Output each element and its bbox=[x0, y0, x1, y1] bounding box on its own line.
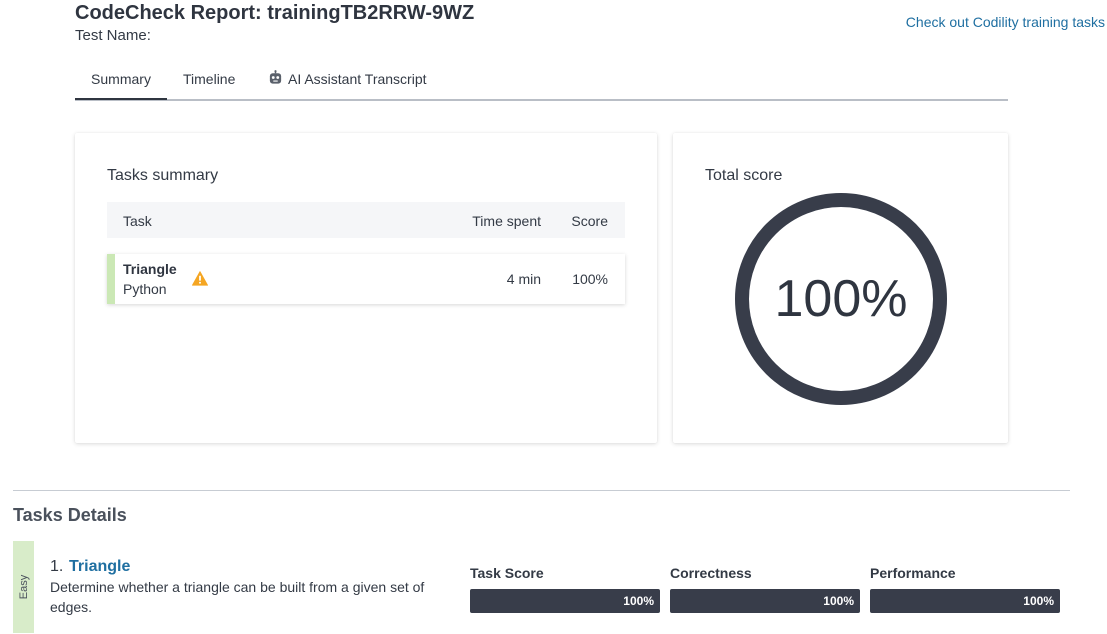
tab-ai-label: AI Assistant Transcript bbox=[288, 71, 427, 87]
tasks-details-heading: Tasks Details bbox=[13, 505, 127, 525]
task-detail-description: Determine whether a triangle can be buil… bbox=[50, 579, 425, 615]
progress-bar-value: 100% bbox=[1023, 594, 1054, 608]
tab-summary-label: Summary bbox=[91, 71, 151, 87]
tab-timeline[interactable]: Timeline bbox=[183, 71, 235, 98]
test-name-label: Test Name: bbox=[75, 27, 151, 44]
metric-label: Performance bbox=[870, 565, 956, 581]
section-divider bbox=[13, 490, 1070, 491]
column-header-score: Score bbox=[571, 213, 608, 229]
tasks-table-header: Task Time spent Score bbox=[107, 202, 625, 238]
task-detail-name-link[interactable]: Triangle bbox=[69, 558, 130, 576]
tab-ai-assistant-transcript[interactable]: AI Assistant Transcript bbox=[268, 70, 427, 98]
total-score-title: Total score bbox=[705, 167, 783, 184]
tab-timeline-label: Timeline bbox=[183, 71, 236, 87]
task-language: Python bbox=[123, 281, 167, 297]
progress-bar-value: 100% bbox=[823, 594, 854, 608]
metric-task-score: Task Score 100% bbox=[470, 565, 660, 613]
task-score: 100% bbox=[572, 271, 608, 287]
task-detail-row: Easy 1. Triangle Determine whether a tri… bbox=[13, 541, 1073, 633]
total-score-value: 100% bbox=[774, 270, 908, 328]
task-name: Triangle bbox=[123, 261, 177, 277]
warning-icon[interactable] bbox=[192, 271, 208, 286]
difficulty-badge: Easy bbox=[13, 541, 34, 633]
robot-icon bbox=[269, 70, 282, 84]
training-tasks-link[interactable]: Check out Codility training tasks bbox=[906, 14, 1105, 30]
metric-performance: Performance 100% bbox=[870, 565, 1060, 613]
column-header-task: Task bbox=[123, 213, 152, 229]
total-score-card: Total score 100% bbox=[673, 133, 1008, 443]
progress-bar: 100% bbox=[670, 589, 860, 613]
progress-bar: 100% bbox=[870, 589, 1060, 613]
table-row[interactable]: Triangle Python 4 min 100% bbox=[107, 254, 625, 304]
difficulty-label: Easy bbox=[17, 574, 30, 600]
metric-correctness: Correctness 100% bbox=[670, 565, 860, 613]
column-header-time-spent: Time spent bbox=[472, 213, 541, 229]
tab-bar: Summary Timeline AI Assistant Transcript bbox=[75, 64, 1008, 101]
tasks-summary-card: Tasks summary Task Time spent Score Tria… bbox=[75, 133, 657, 443]
task-time-spent: 4 min bbox=[506, 271, 541, 287]
metric-label: Correctness bbox=[670, 565, 752, 581]
tasks-summary-title: Tasks summary bbox=[107, 167, 219, 184]
tab-summary[interactable]: Summary bbox=[75, 71, 167, 100]
report-title: CodeCheck Report: trainingTB2RRW-9WZ bbox=[75, 2, 475, 24]
metric-label: Task Score bbox=[470, 565, 544, 581]
task-detail-number: 1. bbox=[50, 558, 64, 575]
progress-bar: 100% bbox=[470, 589, 660, 613]
progress-bar-value: 100% bbox=[623, 594, 654, 608]
